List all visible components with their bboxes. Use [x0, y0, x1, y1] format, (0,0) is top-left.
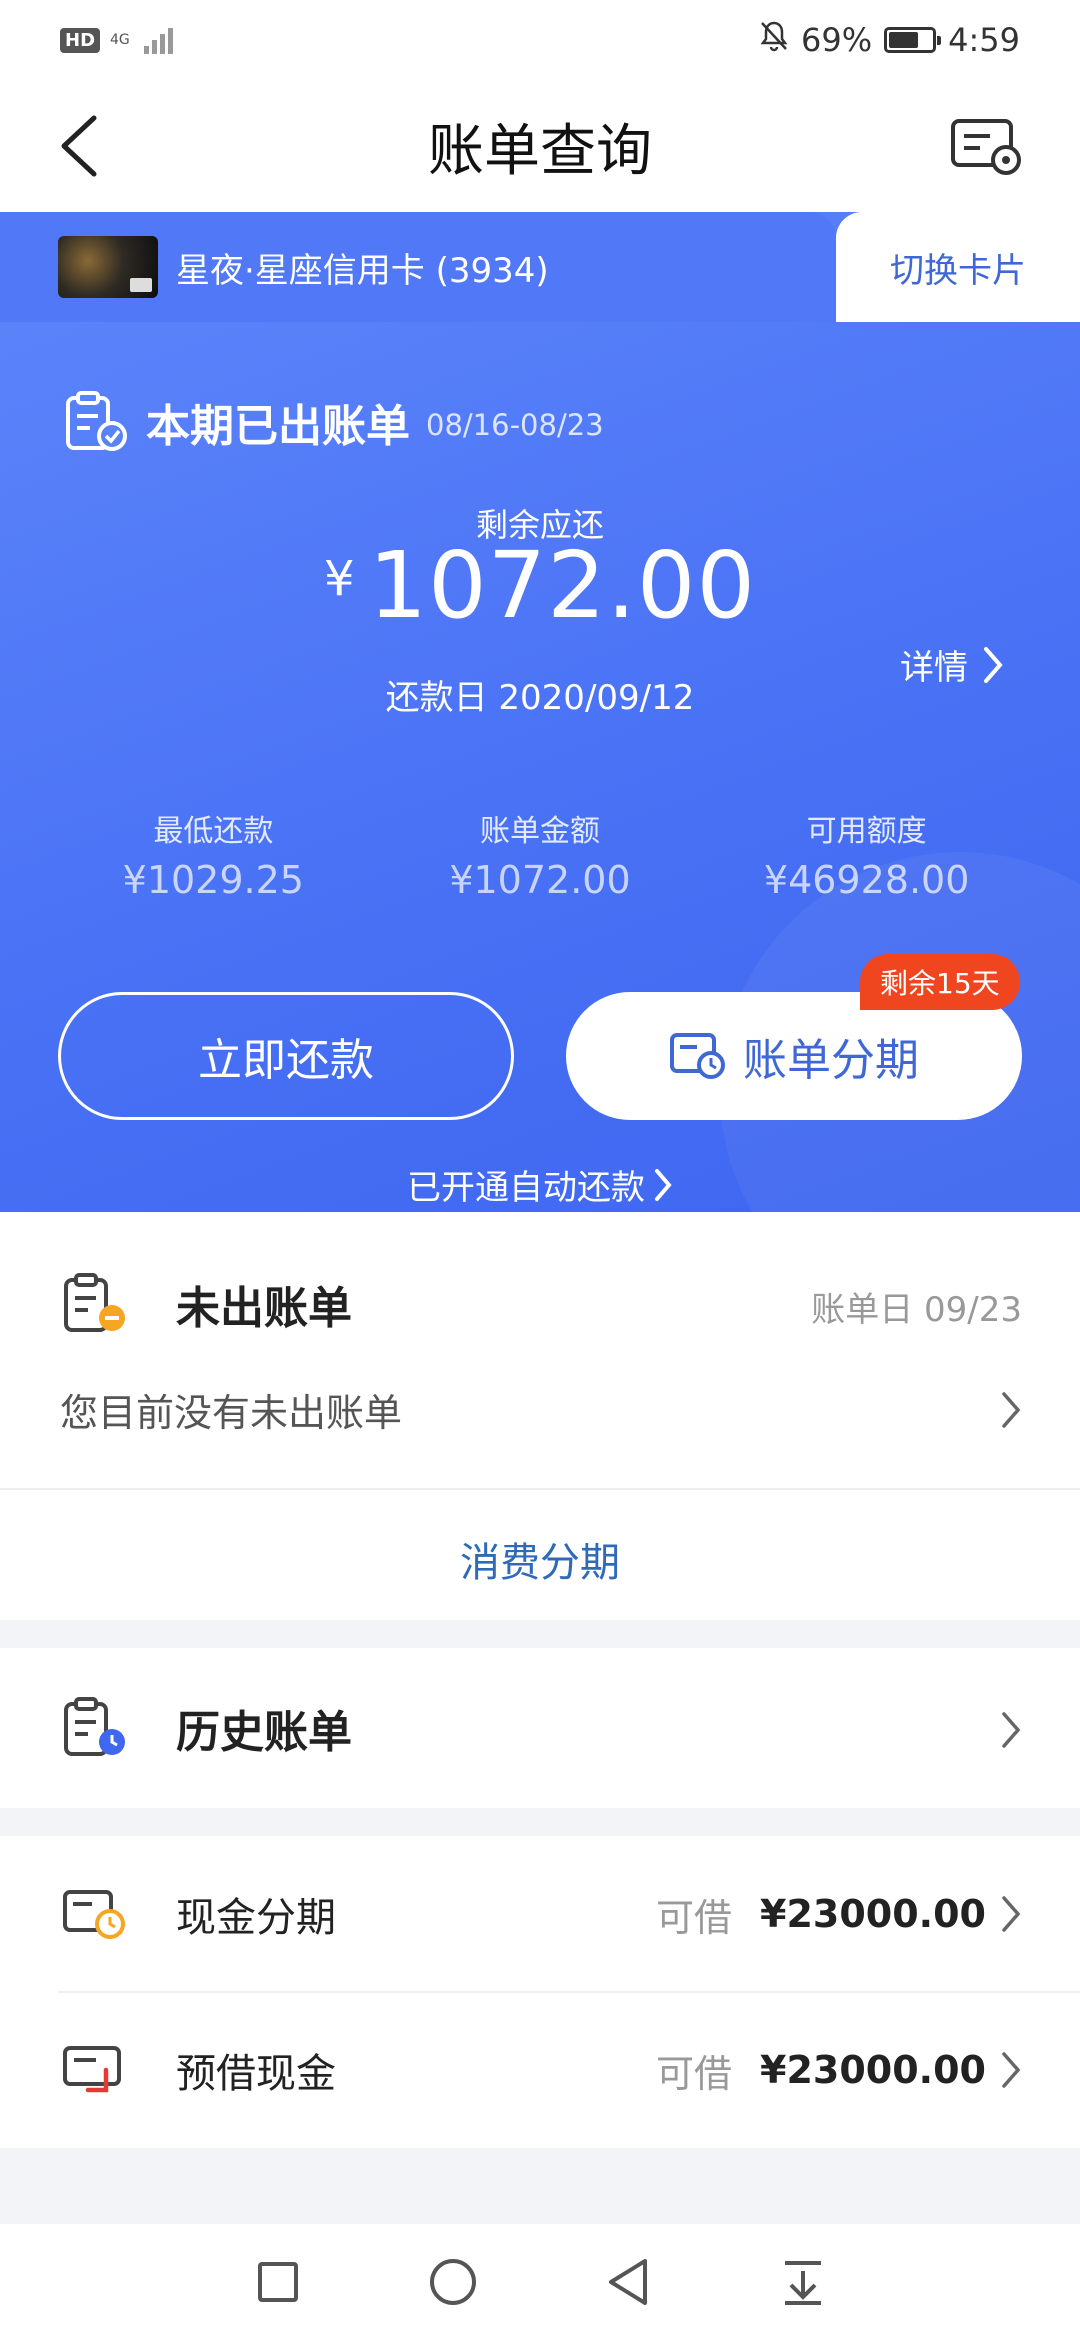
cash-advance-icon [63, 2046, 121, 2093]
card-settings-button[interactable] [950, 116, 1024, 180]
history-bill-icon [64, 1697, 125, 1756]
bill-check-icon [66, 391, 127, 451]
card-selector[interactable]: 星夜·星座信用卡 (3934) [0, 212, 836, 322]
chevron-right-icon [984, 646, 1003, 683]
autopay-link[interactable]: 已开通自动还款 [0, 1160, 1080, 1209]
history-title: 历史账单 [176, 1707, 352, 1758]
system-nav-bar [0, 2224, 1080, 2340]
currency-symbol: ¥ [324, 551, 355, 607]
pay-now-label: 立即还款 [198, 1035, 374, 1086]
current-bill-panel: 星夜·星座信用卡 (3934) 切换卡片 本期已出账单 08/16-08/23 … [0, 212, 1080, 1212]
stat-label: 可用额度 [806, 814, 927, 849]
chevron-right-icon [655, 1168, 672, 1201]
stat-value: ¥1072.00 [449, 858, 631, 902]
cash-services: 现金分期 可借 ¥23000.00 预借现金 可借 ¥23000.00 [0, 1836, 1080, 2148]
cash-label: 可借 [656, 2051, 733, 2096]
divider [0, 1488, 1080, 1490]
chevron-right-icon [1002, 1896, 1021, 1932]
bill-stats: 最低还款 ¥1029.25 账单金额 ¥1072.00 可用额度 ¥46928.… [0, 806, 1080, 902]
nav-back-button[interactable] [598, 2252, 658, 2312]
cash-installment-row[interactable]: 现金分期 可借 ¥23000.00 [0, 1836, 1080, 1992]
autopay-label: 已开通自动还款 [407, 1168, 645, 1208]
stat-label: 最低还款 [153, 814, 274, 849]
cash-label: 可借 [656, 1895, 733, 1940]
signal-icon [143, 26, 173, 54]
bill-period: 08/16-08/23 [426, 408, 604, 442]
cash-advance-row[interactable]: 预借现金 可借 ¥23000.00 [0, 1992, 1080, 2148]
recents-button[interactable] [248, 2252, 308, 2312]
stat-label: 账单金额 [479, 814, 600, 849]
bill-day: 账单日 09/23 [811, 1290, 1022, 1330]
unbilled-title: 未出账单 [176, 1283, 352, 1334]
cash-amount: ¥23000.00 [760, 1892, 986, 1936]
cash-name: 现金分期 [176, 1895, 336, 1941]
circle-icon [429, 2259, 476, 2305]
stat-available-credit: 可用额度 ¥46928.00 [717, 806, 1017, 902]
chevron-right-icon[interactable] [1000, 1390, 1022, 1434]
bill-installment-button[interactable]: 账单分期 [566, 992, 1022, 1120]
cash-info: 可借 ¥23000.00 [656, 2043, 1022, 2098]
unbilled-header: 未出账单 [60, 1272, 352, 1336]
chevron-right-icon [1000, 1710, 1022, 1754]
battery-icon [884, 27, 942, 53]
stat-value: ¥46928.00 [763, 858, 970, 902]
clock: 4:59 [948, 21, 1020, 59]
switch-card-label: 切换卡片 [890, 250, 1026, 291]
status-right: 69% 4:59 [759, 20, 1020, 60]
home-button[interactable] [423, 2252, 483, 2312]
current-bill-title: 本期已出账单 [146, 401, 410, 452]
days-left-badge: 剩余15天 [860, 954, 1020, 1010]
mute-icon [759, 20, 789, 60]
remaining-amount: ¥1072.00 [0, 532, 1080, 639]
cash-installment-icon [63, 1890, 125, 1939]
stat-value: ¥1029.25 [122, 858, 304, 902]
triangle-back-icon [608, 2259, 647, 2305]
consume-installment-link[interactable]: 消费分期 [0, 1530, 1080, 1588]
pull-down-icon [784, 2261, 821, 2305]
back-arrow-icon [61, 115, 97, 177]
no-unbilled-message[interactable]: 您目前没有未出账单 [60, 1382, 402, 1437]
back-button[interactable] [50, 110, 120, 180]
pay-now-button[interactable]: 立即还款 [58, 992, 514, 1120]
unbilled-bill-icon [64, 1273, 125, 1332]
page-title: 账单查询 [428, 118, 652, 184]
card-settings-icon [951, 119, 1021, 175]
header: 账单查询 [0, 80, 1080, 212]
unbilled-section: 未出账单 账单日 09/23 您目前没有未出账单 消费分期 [0, 1212, 1080, 1620]
switch-card-button[interactable]: 切换卡片 [836, 212, 1080, 322]
hd-badge: HD [60, 27, 101, 53]
square-icon [257, 2262, 298, 2302]
cash-amount: ¥23000.00 [760, 2048, 986, 2092]
remaining-amount-value: 1072.00 [368, 532, 756, 639]
cash-name: 预借现金 [176, 2051, 336, 2097]
card-name: 星夜·星座信用卡 (3934) [176, 250, 549, 291]
card-thumbnail [58, 236, 158, 298]
status-bar: HD 4G 69% 4:59 [0, 0, 1080, 80]
network-type: 4G [110, 32, 130, 48]
stat-min-payment: 最低还款 ¥1029.25 [63, 806, 363, 902]
network-indicator: 4G [110, 33, 130, 47]
bill-installment-label: 账单分期 [743, 1035, 919, 1086]
detail-link[interactable]: 详情 [900, 640, 1004, 689]
detail-label: 详情 [900, 648, 968, 688]
cash-info: 可借 ¥23000.00 [656, 1887, 1022, 1942]
status-left: HD 4G [60, 26, 173, 54]
installment-clock-icon [670, 1033, 725, 1079]
history-bills-row[interactable]: 历史账单 [0, 1648, 1080, 1808]
battery-percent: 69% [801, 21, 873, 59]
chevron-right-icon [1002, 2052, 1021, 2088]
current-bill-header: 本期已出账单 08/16-08/23 [62, 390, 604, 454]
notification-pull-button[interactable] [773, 2252, 833, 2312]
stat-bill-amount: 账单金额 ¥1072.00 [390, 806, 690, 902]
